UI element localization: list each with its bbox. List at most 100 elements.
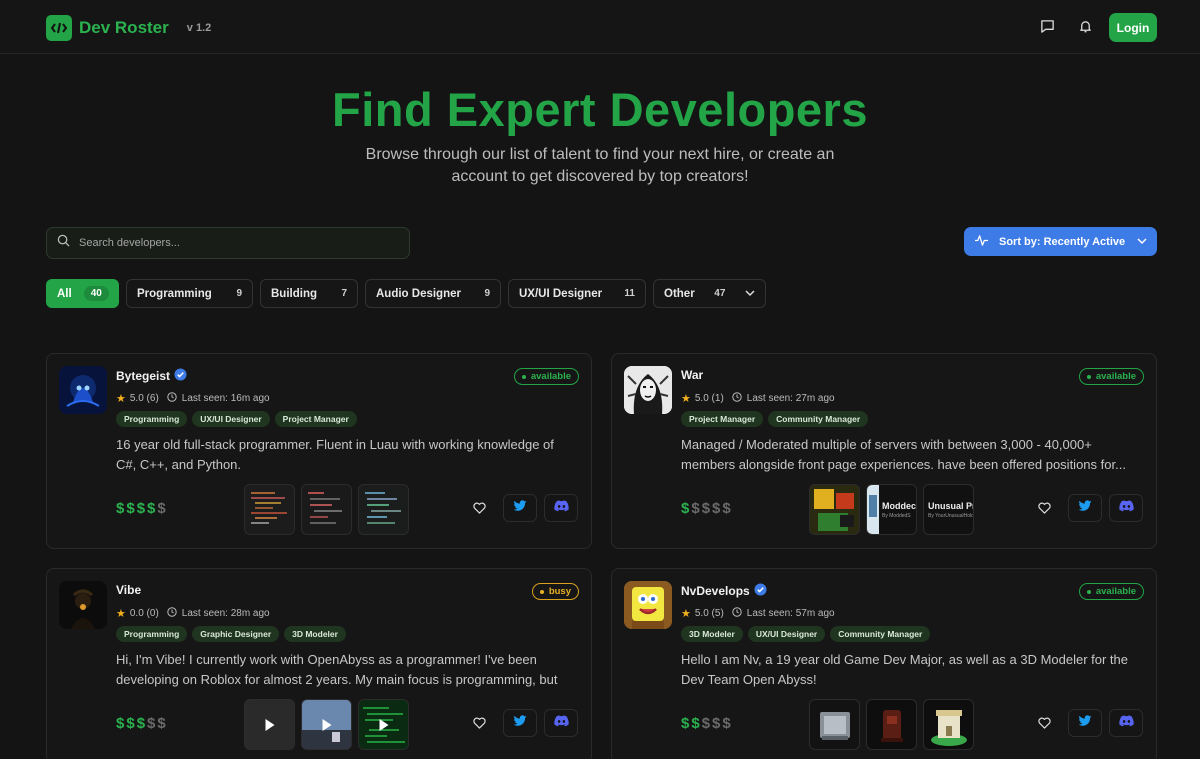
filter-count: 11 <box>624 288 635 299</box>
rating-value: 0.0 (0) <box>129 608 159 619</box>
skill-tag: 3D Modeler <box>284 626 346 642</box>
filter-building[interactable]: Building 7 <box>260 279 358 308</box>
star-icon: ★ <box>116 393 126 405</box>
portfolio-video-thumbnail[interactable] <box>358 699 409 750</box>
twitter-button[interactable] <box>1068 709 1102 737</box>
skill-tags: Programming Graphic Designer 3D Modeler <box>116 626 346 642</box>
category-filters: All 40 Programming 9 Building 7 Audio De… <box>46 279 766 308</box>
discord-icon <box>1118 714 1134 732</box>
last-seen: Last seen: 16m ago <box>181 393 270 404</box>
twitter-icon <box>1078 714 1092 732</box>
portfolio-thumbnail[interactable] <box>358 484 409 535</box>
skill-tag: Programming <box>116 411 188 427</box>
filter-label: All <box>57 287 72 300</box>
discord-button[interactable] <box>544 494 578 522</box>
filter-label: Building <box>271 287 317 300</box>
thumbnail-author: By YourUnusualHold <box>928 513 974 519</box>
portfolio-thumbnail[interactable]: Unusual Pro By YourUnusualHold <box>923 484 974 535</box>
search-input[interactable] <box>79 237 379 249</box>
portfolio-thumbnail[interactable] <box>923 699 974 750</box>
portfolio-thumbnail[interactable] <box>301 484 352 535</box>
rating-row: ★ 5.0 (6) Last seen: 16m ago <box>116 392 270 405</box>
rating-value: 5.0 (5) <box>694 608 724 619</box>
portfolio-thumbnail[interactable] <box>809 699 860 750</box>
twitter-button[interactable] <box>503 494 537 522</box>
developer-name[interactable]: NvDevelops <box>681 583 767 599</box>
twitter-icon <box>1078 499 1092 517</box>
skill-tag: Community Manager <box>768 411 869 427</box>
version-label: v 1.2 <box>186 22 212 34</box>
login-button[interactable]: Login <box>1109 13 1157 42</box>
avatar[interactable] <box>59 581 107 629</box>
avatar[interactable] <box>59 366 107 414</box>
filter-count: 9 <box>484 288 490 299</box>
portfolio-thumbnail[interactable] <box>866 699 917 750</box>
bell-icon[interactable] <box>1078 19 1094 35</box>
play-icon <box>265 718 274 731</box>
skill-tag: Programming <box>116 626 188 642</box>
portfolio-thumbnails <box>809 699 974 750</box>
status-text: available <box>530 371 571 382</box>
developer-name[interactable]: Vibe <box>116 583 141 597</box>
filter-ux-ui-designer[interactable]: UX/UI Designer 11 <box>508 279 646 308</box>
twitter-button[interactable] <box>503 709 537 737</box>
developer-description: 16 year old full-stack programmer. Fluen… <box>116 437 554 472</box>
skill-tag: Graphic Designer <box>192 626 280 642</box>
favorite-heart-icon[interactable] <box>464 494 494 522</box>
skill-tag: Project Manager <box>274 411 357 427</box>
filter-audio-designer[interactable]: Audio Designer 9 <box>365 279 501 308</box>
filter-label: Audio Designer <box>376 287 461 300</box>
discord-button[interactable] <box>1109 709 1143 737</box>
activity-icon <box>974 234 989 250</box>
message-icon[interactable] <box>1040 19 1056 35</box>
sort-dropdown[interactable]: Sort by: Recently Active <box>964 227 1157 256</box>
avatar[interactable] <box>624 366 672 414</box>
developer-card[interactable]: War ★ 5.0 (1) Last seen: 27m ago Project… <box>611 353 1157 549</box>
price-rating: $$$$$ <box>681 715 733 732</box>
developer-card[interactable]: NvDevelops ★ 5.0 (5) Last seen: 57m ago … <box>611 568 1157 759</box>
portfolio-video-thumbnail[interactable] <box>301 699 352 750</box>
rating-row: ★ 0.0 (0) Last seen: 28m ago <box>116 607 270 620</box>
top-nav: Dev Roster v 1.2 Login <box>0 0 1200 54</box>
discord-button[interactable] <box>1109 494 1143 522</box>
page-title: Find Expert Developers <box>332 83 868 136</box>
filter-label: Other <box>664 287 695 300</box>
avatar[interactable] <box>624 581 672 629</box>
favorite-heart-icon[interactable] <box>464 709 494 737</box>
status-text: available <box>1095 371 1136 382</box>
status-badge: available <box>513 368 579 385</box>
favorite-heart-icon[interactable] <box>1029 709 1059 737</box>
twitter-icon <box>513 714 527 732</box>
filter-all[interactable]: All 40 <box>46 279 119 308</box>
verified-badge-icon <box>174 368 187 384</box>
filter-other[interactable]: Other 47 <box>653 279 766 308</box>
thumbnail-title: Unusual Pro <box>928 501 973 511</box>
logo[interactable]: Dev Roster v 1.2 <box>46 15 211 41</box>
favorite-heart-icon[interactable] <box>1029 494 1059 522</box>
developer-name[interactable]: Bytegeist <box>116 368 187 384</box>
filter-programming[interactable]: Programming 9 <box>126 279 253 308</box>
portfolio-thumbnail[interactable]: Moddec By ModdedS <box>866 484 917 535</box>
developer-card[interactable]: Vibe ★ 0.0 (0) Last seen: 28m ago Progra… <box>46 568 592 759</box>
developer-name[interactable]: War <box>681 368 703 382</box>
filter-count: 9 <box>236 288 242 299</box>
twitter-button[interactable] <box>1068 494 1102 522</box>
status-dot <box>521 374 526 379</box>
portfolio-thumbnail[interactable] <box>244 484 295 535</box>
portfolio-thumbnails <box>244 484 409 535</box>
status-dot <box>1086 589 1091 594</box>
filter-count: 47 <box>714 288 726 299</box>
developer-name-text: Vibe <box>116 583 142 597</box>
search-box[interactable] <box>46 227 410 259</box>
page-subtitle: Browse through our list of talent to fin… <box>365 146 835 185</box>
last-seen: Last seen: 27m ago <box>746 393 835 404</box>
skill-tags: Programming UX/UI Designer Project Manag… <box>116 411 357 427</box>
portfolio-thumbnails: Moddec By ModdedS Unusual Pro By YourUnu… <box>809 484 974 535</box>
developer-card[interactable]: Bytegeist ★ 5.0 (6) Last seen: 16m ago P… <box>46 353 592 549</box>
status-badge: available <box>1078 368 1144 385</box>
discord-button[interactable] <box>544 709 578 737</box>
portfolio-video-thumbnail[interactable] <box>244 699 295 750</box>
portfolio-thumbnail[interactable] <box>809 484 860 535</box>
last-seen: Last seen: 28m ago <box>181 608 270 619</box>
developer-description: Hello I am Nv, a 19 year old Game Dev Ma… <box>681 652 1129 687</box>
